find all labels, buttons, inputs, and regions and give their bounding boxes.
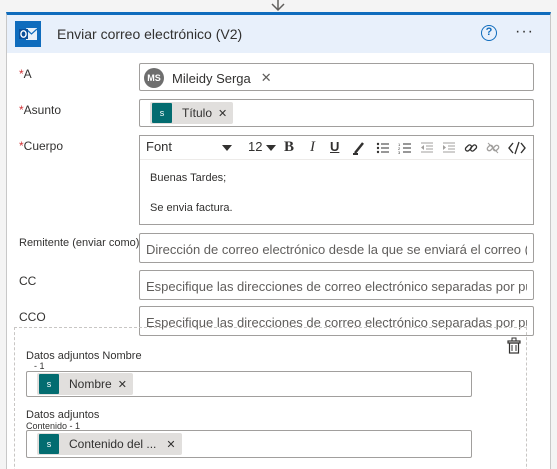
body-line-1: Buenas Tardes;	[150, 172, 227, 184]
numbered-list-icon[interactable]: 123	[398, 141, 412, 155]
from-label: Remitente (enviar como)	[19, 237, 140, 249]
attachment-content-field[interactable]: s Contenido del ... ✕	[26, 430, 472, 458]
sharepoint-icon: s	[39, 374, 59, 394]
attachment-content-label: Datos adjuntos	[26, 409, 100, 421]
body-editor[interactable]: Font 12 B I U 123 Buenas Tardes; Se envi…	[139, 135, 534, 225]
remove-token-icon[interactable]: ✕	[166, 438, 175, 451]
size-select[interactable]: 12	[248, 139, 262, 154]
font-chevron-down-icon[interactable]	[222, 145, 232, 151]
subject-field[interactable]: s Título ✕	[139, 99, 534, 127]
cc-placeholder: Especifique las direcciones de correo el…	[146, 279, 527, 294]
body-label-text: Cuerpo	[23, 139, 64, 153]
body-line-2: Se envia factura.	[150, 202, 233, 214]
subject-token[interactable]: s Título ✕	[150, 102, 234, 124]
link-icon[interactable]	[464, 141, 478, 155]
increase-indent-icon[interactable]	[442, 141, 456, 155]
italic-button[interactable]: I	[310, 139, 315, 156]
font-color-icon[interactable]	[352, 140, 366, 156]
avatar: MS	[144, 68, 164, 88]
recipient-name: Mileidy Serga	[172, 70, 251, 86]
subject-label-text: Asunto	[23, 103, 62, 117]
remove-token-icon[interactable]: ✕	[218, 107, 227, 120]
outlook-icon	[15, 21, 41, 47]
cc-field[interactable]: Especifique las direcciones de correo el…	[139, 270, 534, 300]
bold-button[interactable]: B	[284, 139, 294, 156]
body-label: *Cuerpo	[19, 139, 63, 153]
action-header[interactable]: Enviar correo electrónico (V2) ? ···	[7, 15, 550, 53]
remove-token-icon[interactable]: ✕	[118, 378, 127, 391]
delete-attachment-icon[interactable]	[506, 337, 522, 355]
underline-button[interactable]: U	[330, 139, 339, 154]
attachment-name-sublabel: - 1	[34, 361, 45, 371]
rich-text-toolbar: Font 12 B I U 123	[140, 136, 533, 160]
to-field[interactable]: MS Mileidy Serga ✕	[139, 63, 534, 91]
from-field[interactable]: Dirección de correo electrónico desde la…	[139, 233, 534, 263]
flow-canvas: Enviar correo electrónico (V2) ? ··· *A …	[0, 0, 557, 469]
bcc-label: CCO	[19, 310, 46, 324]
to-label: *A	[19, 67, 32, 81]
subject-label: *Asunto	[19, 103, 61, 117]
action-title: Enviar correo electrónico (V2)	[57, 26, 243, 42]
size-chevron-down-icon[interactable]	[266, 145, 276, 151]
to-label-text: A	[23, 67, 32, 81]
unlink-icon[interactable]	[486, 141, 500, 155]
from-placeholder: Dirección de correo electrónico desde la…	[146, 242, 527, 257]
remove-recipient-icon[interactable]: ✕	[261, 70, 272, 86]
font-select[interactable]: Font	[146, 139, 172, 154]
code-view-icon[interactable]	[508, 141, 526, 155]
sharepoint-icon: s	[152, 103, 172, 123]
attachment-name-field[interactable]: s Nombre ✕	[26, 371, 472, 397]
svg-text:3: 3	[398, 150, 401, 155]
bullet-list-icon[interactable]	[376, 141, 390, 155]
help-icon[interactable]: ?	[481, 25, 497, 41]
more-options-icon[interactable]: ···	[515, 23, 534, 41]
sharepoint-icon: s	[39, 434, 59, 454]
decrease-indent-icon[interactable]	[420, 141, 434, 155]
recipient-chip[interactable]: MS Mileidy Serga ✕	[144, 67, 272, 89]
cc-label: CC	[19, 274, 37, 288]
attachment-content-token-label: Contenido del ...	[69, 437, 157, 451]
attachment-content-token[interactable]: s Contenido del ... ✕	[37, 433, 182, 455]
connector-arrow-icon	[271, 0, 285, 12]
attachment-name-token[interactable]: s Nombre ✕	[37, 373, 133, 395]
subject-token-label: Título	[182, 106, 213, 120]
attachment-name-token-label: Nombre	[69, 377, 112, 391]
